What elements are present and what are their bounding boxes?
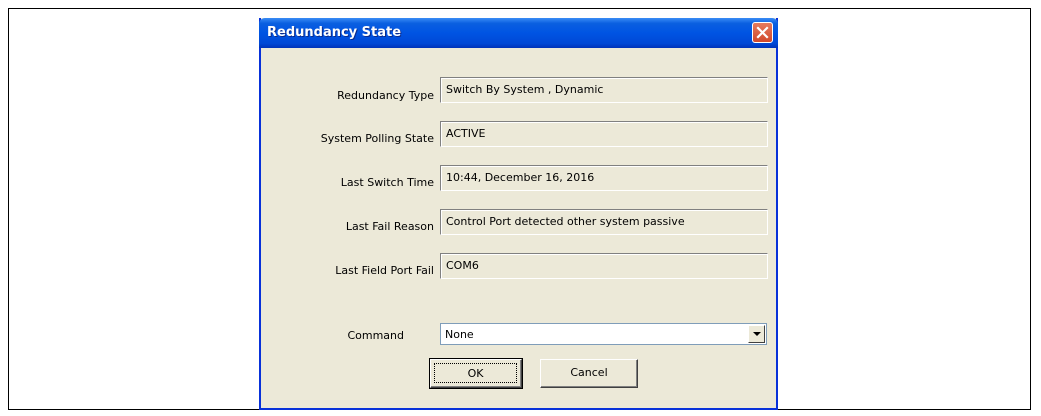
cancel-button[interactable]: Cancel (540, 359, 638, 388)
system-polling-state-label: System Polling State (320, 132, 434, 145)
last-fail-reason-field: Control Port detected other system passi… (440, 209, 768, 235)
dialog-title: Redundancy State (267, 25, 402, 40)
redundancy-state-dialog: Redundancy State Redundancy Type Switch … (259, 18, 778, 410)
chevron-down-icon[interactable] (748, 325, 765, 343)
redundancy-type-label: Redundancy Type (337, 89, 434, 102)
last-field-port-fail-label: Last Field Port Fail (335, 264, 434, 277)
last-fail-reason-value: Control Port detected other system passi… (446, 215, 685, 228)
last-switch-time-value: 10:44, December 16, 2016 (446, 171, 595, 184)
ok-button-label: OK (434, 363, 517, 383)
system-polling-state-value: ACTIVE (446, 127, 486, 140)
last-switch-time-field: 10:44, December 16, 2016 (440, 165, 768, 191)
title-bar[interactable]: Redundancy State (259, 18, 778, 48)
last-field-port-fail-value: COM6 (446, 259, 479, 272)
last-field-port-fail-field: COM6 (440, 253, 768, 279)
close-icon (756, 26, 769, 39)
command-label: Command (347, 329, 404, 342)
ok-button[interactable]: OK (429, 358, 523, 389)
close-button[interactable] (752, 22, 773, 43)
command-select[interactable]: None (440, 323, 767, 345)
redundancy-type-field: Switch By System , Dynamic (440, 77, 768, 103)
redundancy-type-value: Switch By System , Dynamic (446, 83, 604, 96)
last-fail-reason-label: Last Fail Reason (345, 220, 434, 233)
last-switch-time-label: Last Switch Time (340, 176, 434, 189)
command-selected-value: None (445, 328, 474, 341)
system-polling-state-field: ACTIVE (440, 121, 768, 147)
